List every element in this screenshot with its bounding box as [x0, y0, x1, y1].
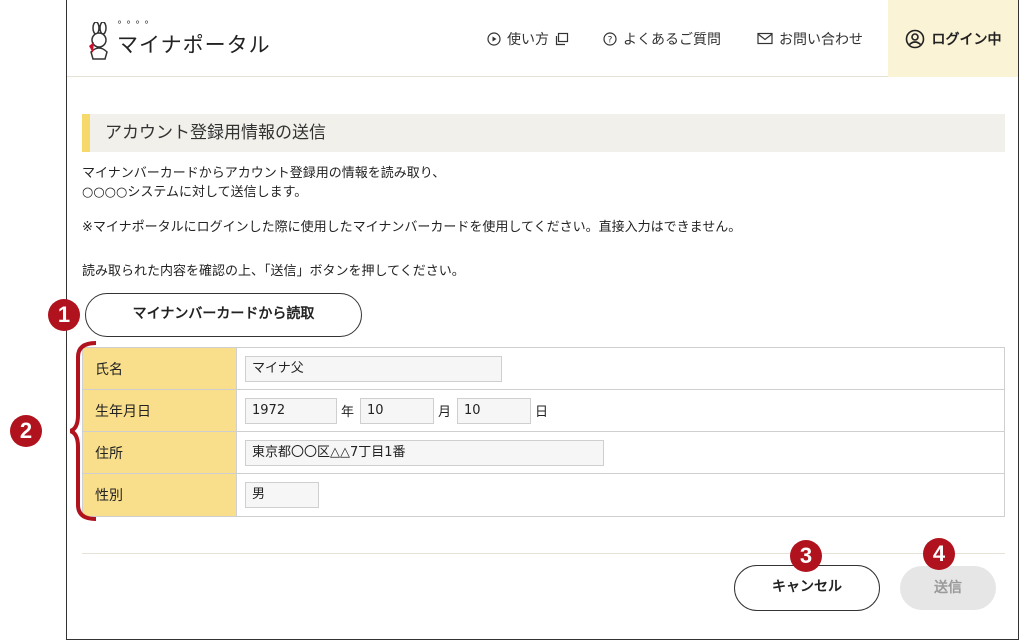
section-title: アカウント登録用情報の送信 [82, 114, 1005, 152]
card-note: ※マイナポータルにログインした際に使用したマイナンバーカードを使用してください。… [82, 220, 742, 235]
table-row-birthdate: 生年月日 1972 年 10 月 10 日 [83, 390, 1004, 432]
mascot-icon [87, 21, 111, 60]
bracket-icon [70, 341, 97, 521]
address-label: 住所 [83, 432, 237, 473]
birth-year-field: 1972 [245, 397, 337, 424]
table-row-address: 住所 東京都〇〇区△△7丁目1番 [83, 432, 1004, 474]
page-frame: °°°° マイナポータル 使い方 ? よくあるご質問 お問い合わせ ログイン中 … [66, 0, 1019, 640]
mail-icon [757, 32, 773, 45]
callout-badge-4: 4 [923, 538, 955, 570]
year-unit: 年 [341, 405, 355, 420]
nav-how-to[interactable]: 使い方 [487, 0, 569, 77]
callout-badge-3: 3 [790, 540, 822, 572]
name-label: 氏名 [83, 348, 237, 389]
table-row-gender: 性別 男 [83, 474, 1004, 516]
question-circle-icon: ? [603, 31, 617, 46]
day-unit: 日 [535, 405, 549, 420]
header: °°°° マイナポータル 使い方 ? よくあるご質問 お問い合わせ ログイン中 [67, 0, 1018, 77]
logo-text: マイナポータル [117, 33, 271, 57]
play-circle-icon [487, 31, 501, 46]
birth-day-field: 10 [457, 397, 532, 424]
nav-faq[interactable]: ? よくあるご質問 [603, 0, 721, 77]
birth-month-field: 10 [360, 397, 435, 424]
description-line-2: ○○○○システムに対して送信します。 [82, 185, 308, 200]
nav-faq-label: よくあるご質問 [623, 31, 721, 48]
instruction-text: 読み取られた内容を確認の上、「送信」ボタンを押してください。 [82, 264, 465, 279]
login-status-button[interactable]: ログイン中 [888, 0, 1018, 77]
nav-contact[interactable]: お問い合わせ [757, 0, 863, 77]
gender-field: 男 [245, 482, 319, 508]
callout-badge-2: 2 [10, 415, 42, 447]
read-card-button[interactable]: マイナンバーカードから読取 [85, 293, 362, 337]
description-line-1: マイナンバーカードからアカウント登録用の情報を読み取り、 [82, 166, 446, 181]
birthdate-label: 生年月日 [83, 390, 237, 431]
svg-text:?: ? [608, 35, 613, 45]
name-field: マイナ父 [245, 355, 502, 382]
gender-label: 性別 [83, 474, 237, 516]
login-status-label: ログイン中 [931, 31, 1002, 48]
divider [82, 553, 1005, 554]
info-table: 氏名 マイナ父 生年月日 1972 年 10 月 10 日 住所 東京都〇〇区△… [82, 347, 1005, 517]
nav-how-to-label: 使い方 [507, 31, 549, 48]
external-window-icon [555, 32, 569, 46]
send-button[interactable]: 送信 [900, 566, 996, 610]
callout-badge-1: 1 [48, 299, 80, 331]
month-unit: 月 [438, 405, 452, 420]
table-row-name: 氏名 マイナ父 [83, 348, 1004, 390]
user-circle-icon [905, 29, 925, 49]
logo[interactable]: °°°° マイナポータル [87, 20, 271, 60]
address-field: 東京都〇〇区△△7丁目1番 [245, 439, 604, 466]
nav-contact-label: お問い合わせ [779, 31, 863, 48]
